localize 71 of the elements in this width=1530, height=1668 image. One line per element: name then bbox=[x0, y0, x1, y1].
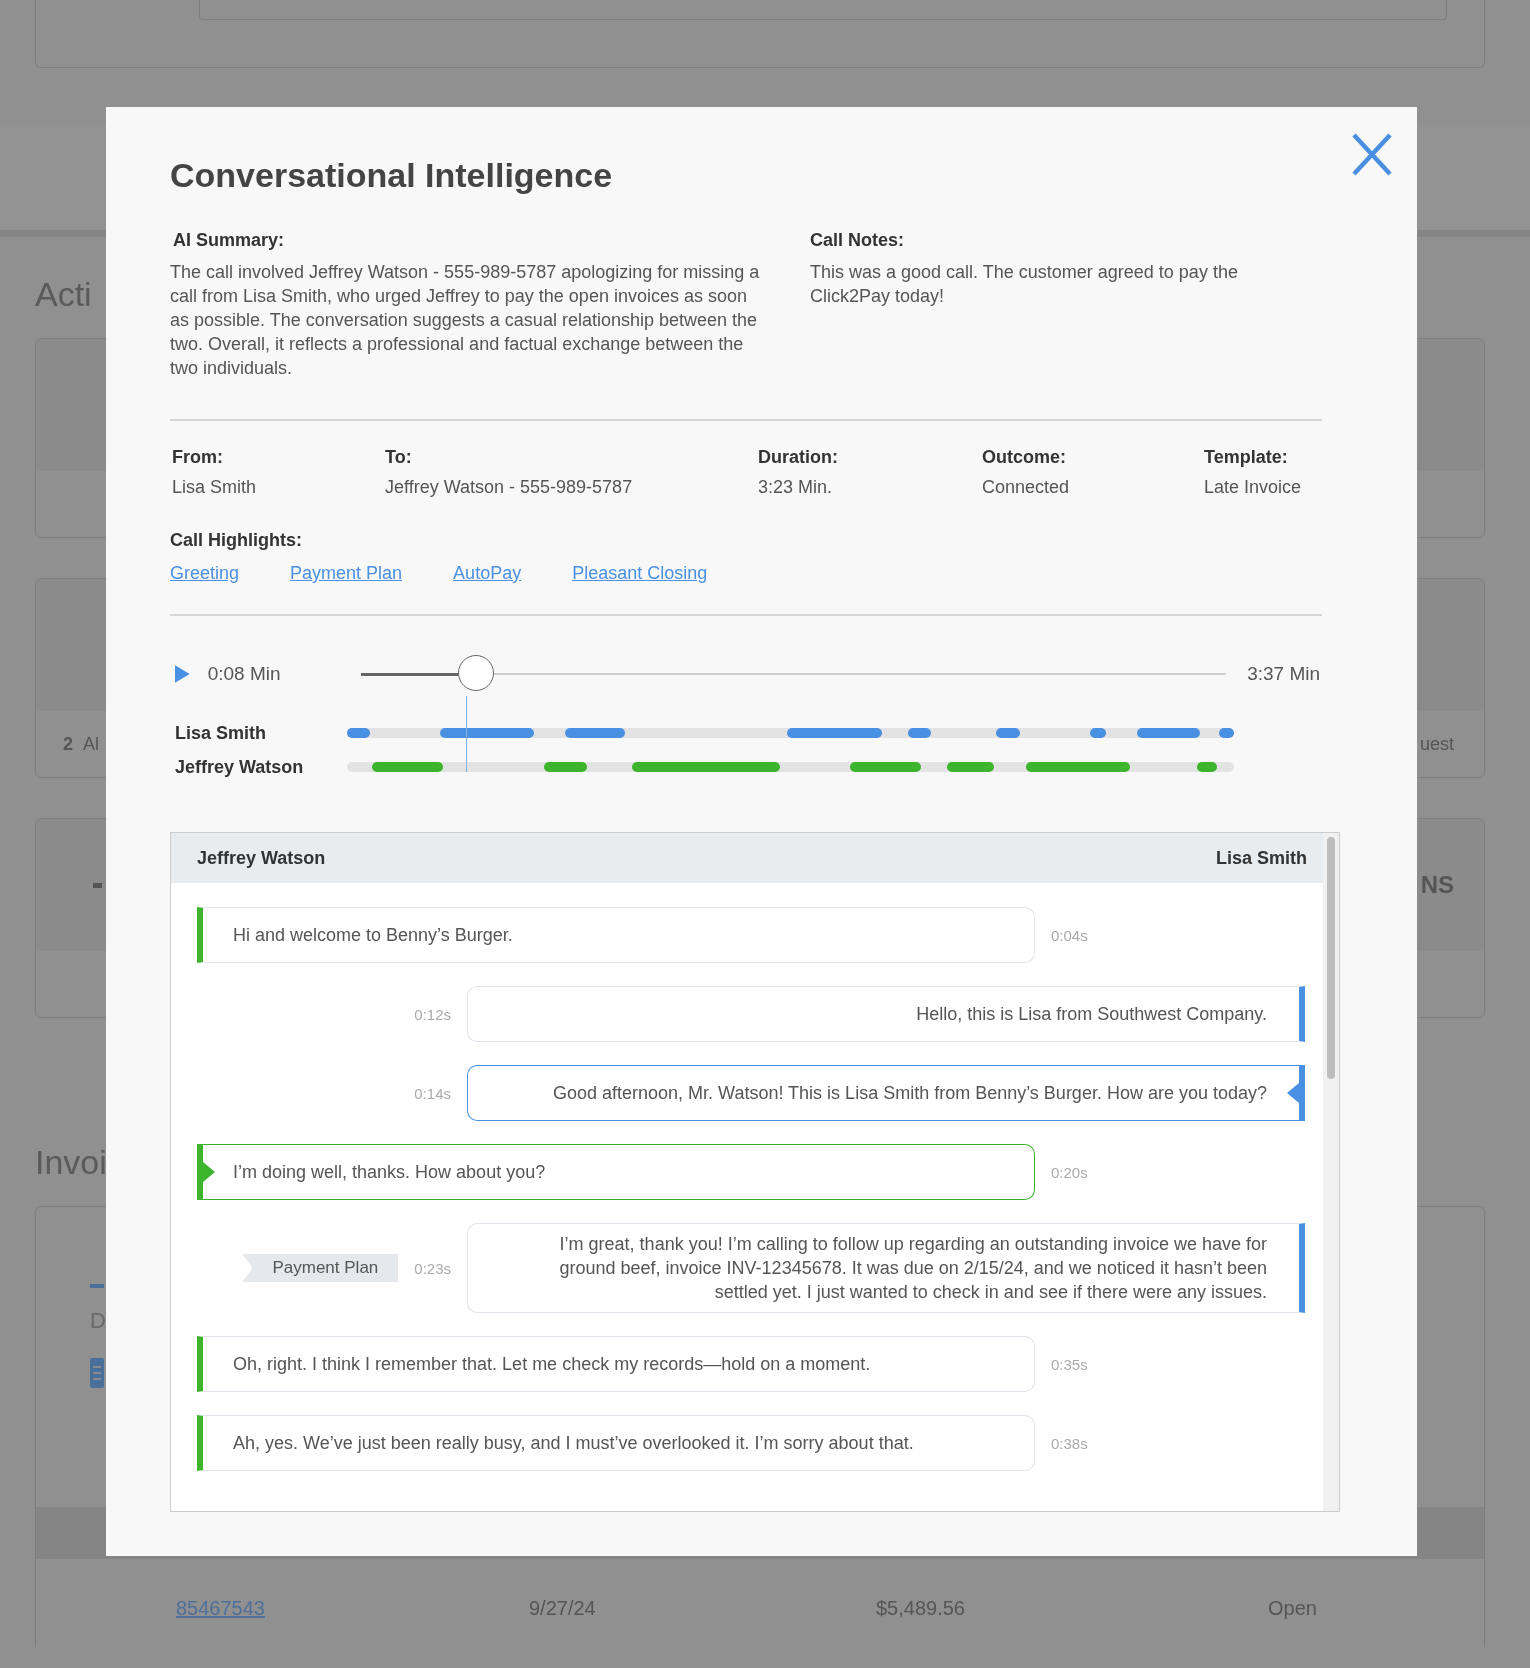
field-label: To: bbox=[385, 446, 413, 468]
field-label: Template: bbox=[1204, 446, 1289, 468]
alert-count: 2 bbox=[63, 733, 73, 754]
speech-segment bbox=[1137, 728, 1201, 738]
dash-icon bbox=[93, 882, 102, 888]
speaker-name: Lisa Smith bbox=[1215, 847, 1307, 869]
message-text: Good afternoon, Mr. Watson! This is Lisa Smith from Benny’s Burger. How are you today? bbox=[553, 1082, 1267, 1105]
message-bubble[interactable] bbox=[467, 1223, 1305, 1313]
speaker-name: Jeffrey Watson bbox=[175, 756, 305, 778]
speaker-name: Lisa Smith bbox=[175, 722, 268, 744]
speech-segment bbox=[907, 728, 931, 738]
timestamp: 0:20s bbox=[1051, 1163, 1088, 1181]
field-label: Duration: bbox=[758, 446, 839, 468]
speech-segment bbox=[347, 728, 371, 738]
section-label: Call Notes: bbox=[810, 229, 906, 251]
message-text: I’m great, thank you! I’m calling to follow up regarding an outstanding invoice we have for ground beef, invoice INV-12345678. It was due on 2/15/24, and we noticed it hasn’t been settled yet. I just wanted to check in and see if there were any issues. bbox=[558, 1233, 1267, 1304]
message-bubble[interactable]: Good afternoon, Mr. Watson! This is Lisa Smith from Benny’s Burger. How are you today? bbox=[467, 1065, 1305, 1121]
speech-segment bbox=[371, 762, 443, 772]
dash-icon bbox=[90, 1284, 104, 1288]
timestamp: 0:35s bbox=[1051, 1355, 1088, 1373]
summary-text: The call involved Jeffrey Watson - 555-989-5787 apologizing for missing a call from Lisa Smith, who urged Jeffrey to pay the open invoices as soon as possible. The conversation suggests a casual relationship between the two. Overall, it reflects a professional and factual exchange between the two individuals. bbox=[170, 261, 760, 380]
timestamp: 0:14s bbox=[414, 1084, 451, 1102]
speech-segment bbox=[565, 728, 625, 738]
timestamp: 0:12s bbox=[414, 1005, 451, 1023]
section-label: Call Highlights: bbox=[170, 529, 303, 551]
table-cell-text: Open bbox=[1268, 1597, 1318, 1620]
timestamp: 0:38s bbox=[1051, 1434, 1088, 1452]
speech-segment bbox=[1090, 728, 1107, 738]
field-value: Connected bbox=[982, 476, 1071, 498]
table-cell-text: $5,489.56 bbox=[876, 1597, 966, 1620]
message-bubble[interactable]: Oh, right. I think I remember that. Let me check my records—hold on a moment. bbox=[197, 1336, 1035, 1392]
dialog-title: Conversational Intelligence bbox=[170, 155, 613, 196]
speech-segment bbox=[543, 762, 588, 772]
timestamp: 0:23s bbox=[414, 1259, 451, 1277]
message-text: Oh, right. I think I remember that. Let me check my records—hold on a moment. bbox=[233, 1353, 871, 1376]
play-icon[interactable] bbox=[175, 665, 190, 683]
table-cell-text: 9/27/24 bbox=[529, 1597, 597, 1620]
close-icon[interactable] bbox=[1351, 132, 1393, 177]
speaker-name: Jeffrey Watson bbox=[197, 847, 326, 869]
field-value: Late Invoice bbox=[1204, 476, 1303, 498]
message-text: Hi and welcome to Benny’s Burger. bbox=[233, 924, 513, 947]
message-text: I’m doing well, thanks. How about you? bbox=[233, 1161, 546, 1184]
speech-segment bbox=[1196, 762, 1218, 772]
timestamp: 0:04s bbox=[1051, 926, 1088, 944]
field-value: Lisa Smith bbox=[172, 476, 258, 498]
pointer-icon bbox=[1287, 1083, 1299, 1103]
field-value: Jeffrey Watson - 555-989-5787 bbox=[385, 476, 634, 498]
message-text: Ah, yes. We’ve just been really busy, and I must’ve overlooked it. I’m sorry about that. bbox=[233, 1432, 914, 1455]
speech-segment bbox=[996, 728, 1021, 738]
scrollbar[interactable] bbox=[1323, 833, 1339, 1511]
field-label: Outcome: bbox=[982, 446, 1067, 468]
message-bubble[interactable]: Ah, yes. We’ve just been really busy, and I must’ve overlooked it. I’m sorry about that. bbox=[197, 1415, 1035, 1471]
card-label: uest bbox=[1419, 733, 1454, 755]
highlight-tag: Payment Plan bbox=[242, 1254, 399, 1282]
speech-segment bbox=[947, 762, 995, 772]
pointer-icon bbox=[203, 1162, 215, 1182]
current-time: 0:08 Min bbox=[207, 663, 282, 685]
speech-segment bbox=[1218, 728, 1234, 738]
message-bubble[interactable]: Hello, this is Lisa from Southwest Company. bbox=[467, 986, 1305, 1042]
message-bubble[interactable]: I’m doing well, thanks. How about you? bbox=[197, 1144, 1035, 1200]
section-label: AI Summary: bbox=[173, 229, 286, 251]
field-value: 3:23 Min. bbox=[758, 476, 834, 498]
scroll-thumb[interactable] bbox=[1327, 837, 1335, 1079]
speech-segment bbox=[849, 762, 921, 772]
message-bubble[interactable]: Hi and welcome to Benny’s Burger. bbox=[197, 907, 1035, 963]
card-label: Al bbox=[83, 733, 100, 754]
notes-text: This was a good call. The customer agreed to pay the Click2Pay today! bbox=[810, 261, 1239, 308]
slider-thumb[interactable] bbox=[458, 655, 495, 691]
field-label: From: bbox=[172, 446, 224, 468]
message-text: Hello, this is Lisa from Southwest Company. bbox=[916, 1003, 1267, 1026]
total-time: 3:37 Min bbox=[1247, 663, 1320, 685]
